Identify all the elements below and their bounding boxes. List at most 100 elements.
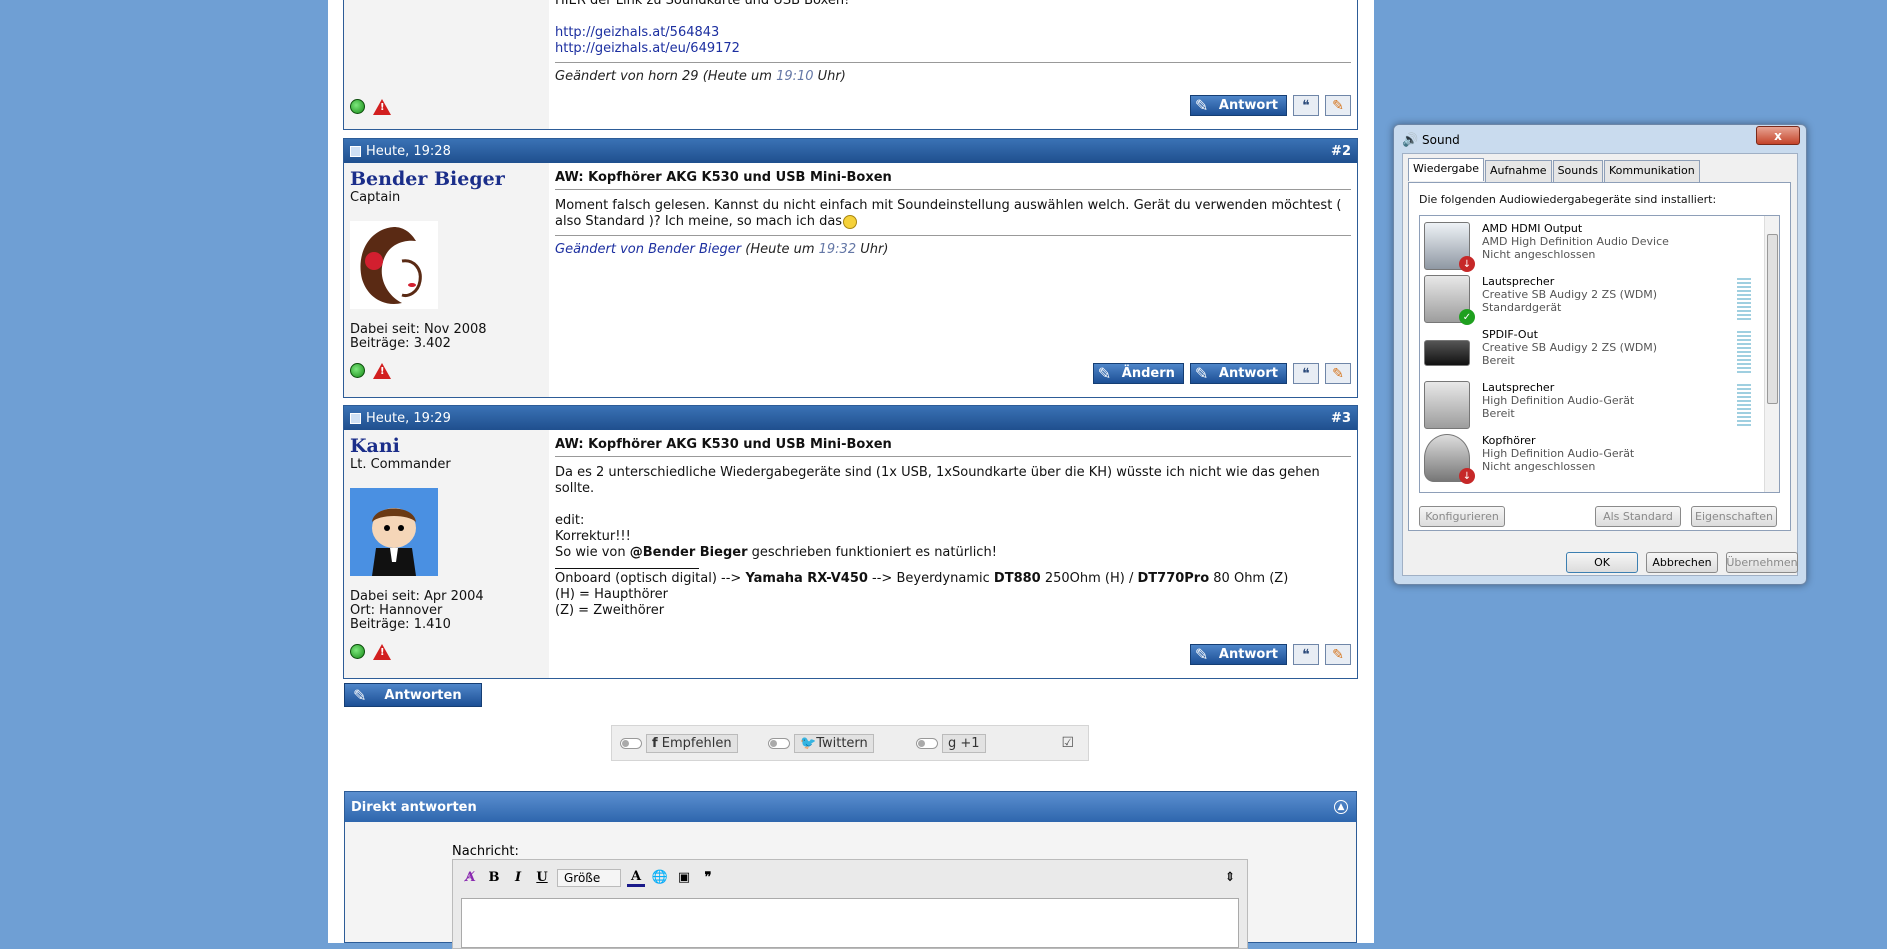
multiquote-icon[interactable]: ✎ — [1325, 95, 1351, 116]
playback-pane: Die folgenden Audiowiedergabegeräte sind… — [1408, 182, 1791, 531]
post-3: Heute, 19:29 #3 Kani Lt. Commander Dabei… — [343, 405, 1358, 679]
multiquote-icon[interactable]: ✎ — [1325, 363, 1351, 384]
post-3-body: Da es 2 unterschiedliche Wiedergabegerät… — [555, 465, 1320, 496]
italic-icon[interactable]: I — [509, 869, 527, 887]
report-icon[interactable] — [373, 644, 391, 660]
scrollbar-thumb[interactable] — [1767, 234, 1778, 404]
post-3-rank: Lt. Commander — [350, 457, 451, 472]
mention-link[interactable]: @Bender Bieger — [630, 545, 748, 560]
report-icon[interactable] — [373, 363, 391, 379]
twitter-icon: 🐦 — [800, 735, 817, 751]
post-1-reply-button[interactable]: Antwort — [1189, 95, 1287, 116]
post-2-content: AW: Kopfhörer AKG K530 und USB Mini-Boxe… — [555, 170, 1351, 258]
cancel-button[interactable]: Abbrechen — [1646, 552, 1718, 573]
insert-link-icon[interactable]: 🌐 — [651, 869, 669, 887]
post-2-userbox: Bender Bieger Captain Dabei seit: Nov 20… — [344, 163, 549, 397]
editor-toolbar: A̸ B I U Größe A 🌐 ▣ ❞ ⇕ — [453, 860, 1247, 895]
post-2-body: Moment falsch gelesen. Kannst du nicht e… — [555, 198, 1342, 229]
post-2-edited-user[interactable]: Bender Bieger — [648, 242, 741, 257]
twitter-toggle[interactable] — [768, 737, 790, 749]
post-1-userbox — [344, 0, 549, 129]
post-2-edit-button[interactable]: Ändern — [1092, 363, 1184, 384]
insert-image-icon[interactable]: ▣ — [675, 869, 693, 887]
bold-icon[interactable]: B — [485, 869, 503, 887]
post-2-rank: Captain — [350, 190, 401, 205]
sound-dialog: 🔊 Sound x Wiedergabe Aufnahme Sounds Kom… — [1393, 124, 1807, 585]
twitter-button[interactable]: 🐦Twittern — [794, 733, 874, 753]
speaker-device-icon: ✓ — [1424, 275, 1475, 325]
level-meter — [1737, 331, 1751, 373]
gplus-toggle[interactable] — [916, 737, 938, 749]
font-size-select[interactable]: Größe — [557, 868, 621, 887]
post-3-location: Ort: Hannover — [350, 603, 443, 618]
social-share-bar: f Empfehlen 🐦Twittern g +1 ☑ — [611, 725, 1089, 761]
post-2-reply-button[interactable]: Antwort — [1189, 363, 1287, 384]
post-1-text: HIER der Link zu Soundkarte und USB Boxe… — [555, 0, 850, 8]
message-textarea[interactable] — [461, 898, 1239, 948]
playback-intro: Die folgenden Audiowiedergabegeräte sind… — [1419, 193, 1717, 206]
speaker-device-icon — [1424, 381, 1470, 429]
online-status-icon — [350, 363, 365, 378]
configure-button[interactable]: Konfigurieren — [1419, 506, 1505, 527]
device-item[interactable]: ↓ Kopfhörer High Definition Audio-Gerät Ni… — [1424, 434, 1764, 487]
multiquote-icon[interactable]: ✎ — [1325, 644, 1351, 665]
smiley-icon — [843, 214, 858, 229]
set-default-button[interactable]: Als Standard — [1595, 506, 1681, 527]
quote-icon[interactable]: ❝ — [1293, 95, 1319, 116]
device-list-scrollbar[interactable] — [1764, 216, 1779, 492]
post-2-edited: Geändert von Bender Bieger (Heute um 19:… — [555, 235, 1351, 258]
apply-button[interactable]: Übernehmen — [1726, 552, 1798, 573]
tab-wiedergabe[interactable]: Wiedergabe — [1408, 158, 1485, 181]
tab-aufnahme[interactable]: Aufnahme — [1485, 160, 1552, 183]
resize-editor-icon[interactable]: ⇕ — [1221, 869, 1239, 887]
new-reply-button[interactable]: Antworten — [344, 683, 482, 707]
insert-quote-icon[interactable]: ❞ — [699, 869, 717, 887]
font-color-icon[interactable]: A — [627, 869, 645, 887]
quote-icon[interactable]: ❝ — [1293, 363, 1319, 384]
ok-button[interactable]: OK — [1566, 552, 1638, 573]
tab-kommunikation[interactable]: Kommunikation — [1603, 160, 1700, 183]
post-3-reply-button[interactable]: Antwort — [1189, 644, 1287, 665]
facebook-recommend-button[interactable]: f Empfehlen — [646, 733, 738, 753]
device-list: ↓ AMD HDMI Output AMD High Definition Aud… — [1419, 215, 1780, 493]
device-item[interactable]: SPDIF-Out Creative SB Audigy 2 ZS (WDM) Be… — [1424, 328, 1764, 381]
sound-dialog-titlebar[interactable]: 🔊 Sound x — [1394, 125, 1806, 155]
post-2-date: Heute, 19:28 — [366, 143, 451, 159]
device-item[interactable]: ✓ Lautsprecher Creative SB Audigy 2 ZS (W… — [1424, 275, 1764, 328]
gplus-button[interactable]: g +1 — [942, 733, 986, 753]
post-2-username[interactable]: Bender Bieger — [350, 168, 543, 190]
post-1-edited: Geändert von horn 29 (Heute um 19:10 Uhr… — [555, 62, 1351, 85]
remove-format-icon[interactable]: A̸ — [461, 869, 479, 887]
report-icon[interactable] — [373, 99, 391, 115]
level-meter — [1737, 278, 1751, 320]
collapse-icon[interactable]: ▲ — [1334, 800, 1348, 814]
disconnected-icon: ↓ — [1459, 468, 1475, 484]
social-settings-icon[interactable]: ☑ — [1061, 735, 1074, 751]
facebook-icon: f — [652, 735, 658, 751]
quote-icon[interactable]: ❝ — [1293, 644, 1319, 665]
post-1: HIER der Link zu Soundkarte und USB Boxe… — [343, 0, 1358, 130]
post-2-avatar[interactable] — [350, 221, 438, 309]
facebook-toggle[interactable] — [620, 737, 642, 749]
post-3-avatar[interactable] — [350, 488, 438, 576]
online-status-icon — [350, 99, 365, 114]
post-3-signature-h: (H) = Haupthörer — [555, 587, 669, 602]
post-3-edit-text: So wie von @Bender Bieger geschrieben fu… — [555, 545, 997, 560]
device-item[interactable]: ↓ AMD HDMI Output AMD High Definition Aud… — [1424, 222, 1764, 275]
device-item[interactable]: Lautsprecher High Definition Audio-Gerät B… — [1424, 381, 1764, 434]
post-2-number[interactable]: #2 — [1331, 144, 1351, 159]
post-3-username[interactable]: Kani — [350, 435, 543, 457]
post-3-date: Heute, 19:29 — [366, 410, 451, 426]
properties-button[interactable]: Eigenschaften — [1691, 506, 1777, 527]
post-3-number[interactable]: #3 — [1331, 411, 1351, 426]
post-1-link-2[interactable]: http://geizhals.at/eu/649172 — [555, 41, 1351, 57]
post-2-title: AW: Kopfhörer AKG K530 und USB Mini-Boxe… — [555, 170, 1351, 190]
sound-dialog-body: Wiedergabe Aufnahme Sounds Kommunikation… — [1402, 153, 1798, 576]
underline-icon[interactable]: U — [533, 869, 551, 887]
post-1-link-1[interactable]: http://geizhals.at/564843 — [555, 25, 1351, 41]
post-3-signature-z: (Z) = Zweithörer — [555, 603, 665, 618]
post-2: Heute, 19:28 #2 Bender Bieger Captain Da… — [343, 138, 1358, 398]
close-button[interactable]: x — [1756, 126, 1800, 145]
tab-sounds[interactable]: Sounds — [1552, 160, 1603, 183]
headphones-icon: ↓ — [1424, 434, 1475, 484]
